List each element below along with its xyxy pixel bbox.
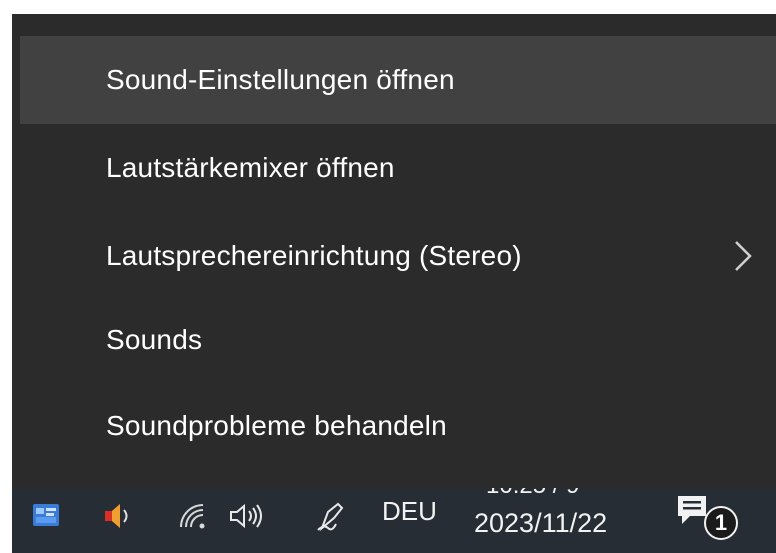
menu-item-label: Sound-Einstellungen öffnen	[106, 64, 455, 95]
taskbar: DEU 10:25 / 9 2023/11/22 1	[12, 488, 776, 553]
menu-item-label: Soundprobleme behandeln	[106, 410, 447, 441]
clock-date[interactable]: 2023/11/22	[474, 508, 607, 539]
chevron-right-icon	[735, 241, 752, 271]
sound-context-menu: Sound-Einstellungen öffnen Lautstärkemix…	[12, 14, 776, 488]
menu-item-sounds[interactable]: Sounds	[20, 296, 776, 384]
menu-item-label: Sounds	[106, 324, 203, 355]
menu-item-speaker-setup[interactable]: Lautsprechereinrichtung (Stereo)	[20, 212, 776, 300]
speaker-icon[interactable]	[226, 496, 266, 536]
menu-item-open-volume-mixer[interactable]: Lautstärkemixer öffnen	[20, 124, 776, 212]
screen: Sound-Einstellungen öffnen Lautstärkemix…	[0, 0, 776, 553]
volume-red-icon[interactable]	[98, 496, 138, 536]
clock-time[interactable]: 10:25 / 9	[486, 488, 579, 500]
language-indicator[interactable]: DEU	[382, 496, 437, 527]
menu-item-open-sound-settings[interactable]: Sound-Einstellungen öffnen	[20, 36, 776, 124]
app-tray-icon[interactable]	[26, 496, 66, 536]
pen-icon[interactable]	[312, 496, 352, 536]
menu-item-label: Lautstärkemixer öffnen	[106, 152, 395, 183]
menu-item-label: Lautsprechereinrichtung (Stereo)	[106, 240, 522, 271]
notification-count-badge: 1	[704, 506, 738, 540]
wifi-icon[interactable]	[172, 496, 212, 536]
menu-item-troubleshoot-sound[interactable]: Soundprobleme behandeln	[20, 382, 776, 470]
